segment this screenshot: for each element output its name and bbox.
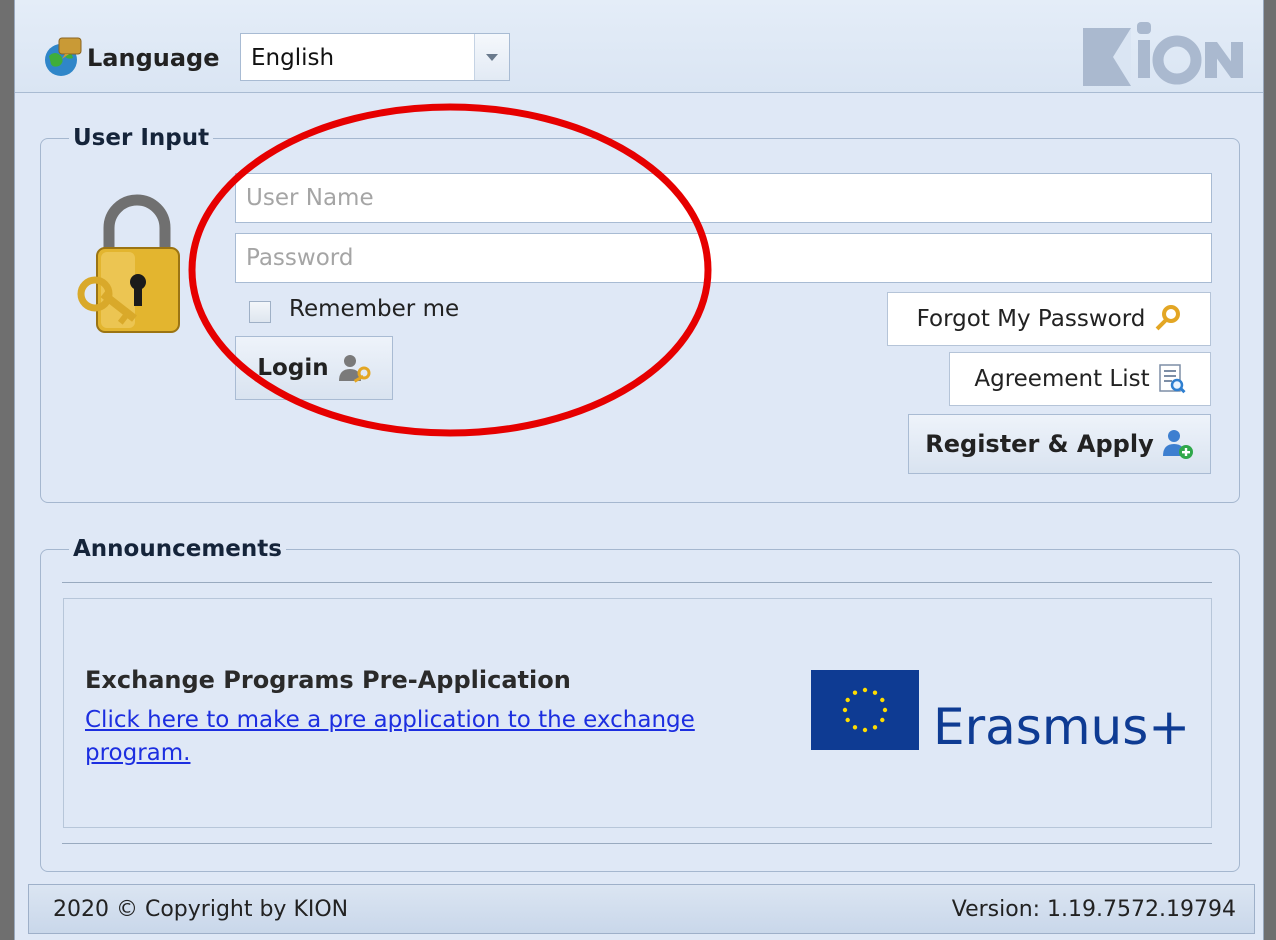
language-select-value: English [251,45,335,71]
remember-me-checkbox[interactable] [249,301,271,323]
login-button[interactable]: Login [235,336,393,400]
announcements-divider-bottom [62,843,1212,844]
eu-flag-icon [811,670,919,750]
forgot-password-label: Forgot My Password [916,306,1146,332]
forgot-password-button[interactable]: Forgot My Password [887,292,1211,346]
login-button-label: Login [257,355,329,381]
login-window: Language English User Input Remember [14,0,1264,940]
language-label: Language [87,44,220,72]
username-input[interactable] [235,173,1212,223]
user-add-icon [1162,430,1193,459]
agreement-list-button[interactable]: Agreement List [949,352,1211,406]
header-bar: Language English [15,0,1263,93]
globe-language-icon [45,37,82,76]
remember-me-label[interactable]: Remember me [289,296,459,322]
footer-bar: 2020 © Copyright by KION Version: 1.19.7… [28,884,1255,934]
register-apply-label: Register & Apply [925,430,1154,458]
register-apply-button[interactable]: Register & Apply [908,414,1211,474]
announcement-item-title: Exchange Programs Pre-Application [85,666,571,694]
announcements-title: Announcements [73,536,282,562]
user-key-icon [338,355,371,383]
key-icon [1155,305,1181,331]
erasmus-logo-text: Erasmus+ [933,698,1191,756]
announcement-item-link[interactable]: Click here to make a pre application to … [85,704,775,770]
document-search-icon [1158,364,1186,394]
kion-logo [1083,22,1243,86]
user-input-title: User Input [73,125,210,151]
announcements-divider-top [62,582,1212,583]
chevron-down-icon[interactable] [474,34,509,80]
padlock-key-icon [77,194,180,333]
password-input[interactable] [235,233,1212,283]
version-text: Version: 1.19.7572.19794 [951,897,1236,922]
language-select[interactable]: English [240,33,510,81]
copyright-text: 2020 © Copyright by KION [53,897,349,922]
agreement-list-label: Agreement List [974,366,1150,392]
